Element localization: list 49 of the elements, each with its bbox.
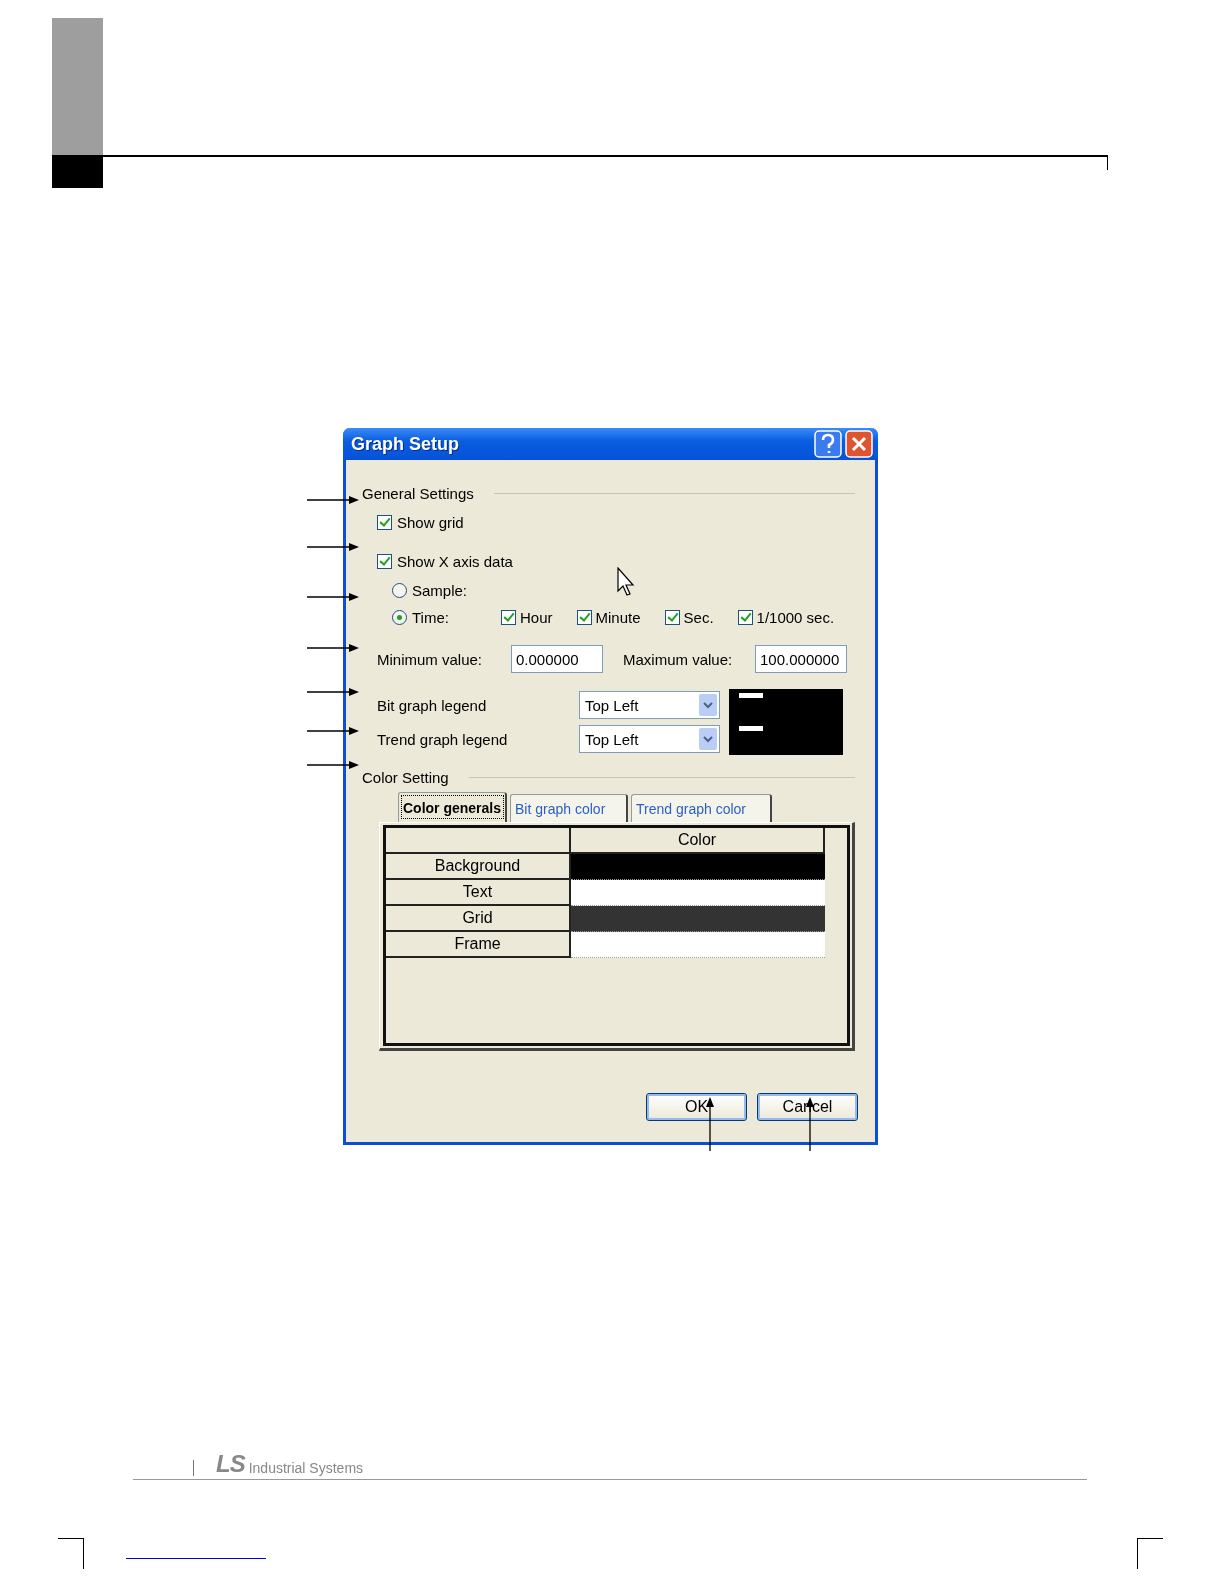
- color-swatch[interactable]: [571, 932, 825, 958]
- close-icon[interactable]: [845, 430, 873, 458]
- checkbox-label: Show grid: [397, 513, 464, 531]
- company-name: Industrial Systems: [248, 1460, 364, 1476]
- checkbox-label: Sec.: [683, 608, 714, 626]
- company-logo: LS: [216, 1452, 245, 1476]
- help-icon[interactable]: [814, 430, 842, 458]
- field-label: Minimum value:: [377, 650, 484, 668]
- section-label: Color Setting: [362, 768, 449, 786]
- mouse-pointer-icon: [617, 567, 637, 597]
- dropdown[interactable]: Top Left: [579, 725, 720, 753]
- callout-arrow: [307, 592, 359, 602]
- checkbox-label: Minute: [595, 608, 641, 626]
- field-label: Bit graph legend: [377, 696, 488, 714]
- dropdown[interactable]: Top Left: [579, 691, 720, 719]
- radio-label: Sample:: [412, 581, 468, 599]
- callout-arrow: [307, 760, 359, 770]
- radio-button[interactable]: [392, 582, 407, 598]
- field-label: Maximum value:: [623, 650, 734, 668]
- callout-arrow: [307, 542, 359, 552]
- radio-button[interactable]: [392, 609, 407, 625]
- callout-arrow: [307, 726, 359, 736]
- checkbox-label: Hour: [520, 608, 553, 626]
- dialog-button[interactable]: OK: [646, 1093, 747, 1121]
- tab[interactable]: Color generals: [398, 792, 508, 822]
- checkbox-label: 1/1000 sec.: [756, 608, 835, 626]
- tab[interactable]: Trend graph color: [631, 794, 773, 822]
- crop-mark: [58, 1538, 84, 1569]
- checkbox[interactable]: [737, 609, 753, 625]
- checkbox[interactable]: [576, 609, 592, 625]
- window-title: Graph Setup: [351, 433, 460, 455]
- color-swatch[interactable]: [571, 880, 825, 906]
- tab[interactable]: Bit graph color: [510, 794, 629, 822]
- color-swatch[interactable]: [571, 854, 825, 880]
- crop-mark: [1137, 1538, 1163, 1569]
- checkbox[interactable]: [664, 609, 680, 625]
- checkbox[interactable]: [501, 609, 516, 625]
- radio-label: Time:: [412, 608, 449, 626]
- callout-arrow: [307, 643, 359, 653]
- input-field[interactable]: 100.000000: [755, 645, 847, 673]
- callout-arrow: [307, 495, 359, 505]
- checkbox[interactable]: [377, 553, 392, 569]
- checkbox[interactable]: [377, 514, 392, 530]
- color-swatch[interactable]: [571, 906, 825, 932]
- section-label: General Settings: [362, 484, 474, 502]
- checkbox-label: Show X axis data: [397, 552, 513, 570]
- field-label: Trend graph legend: [377, 730, 509, 748]
- input-field[interactable]: 0.000000: [511, 645, 603, 673]
- callout-arrow: [307, 687, 359, 697]
